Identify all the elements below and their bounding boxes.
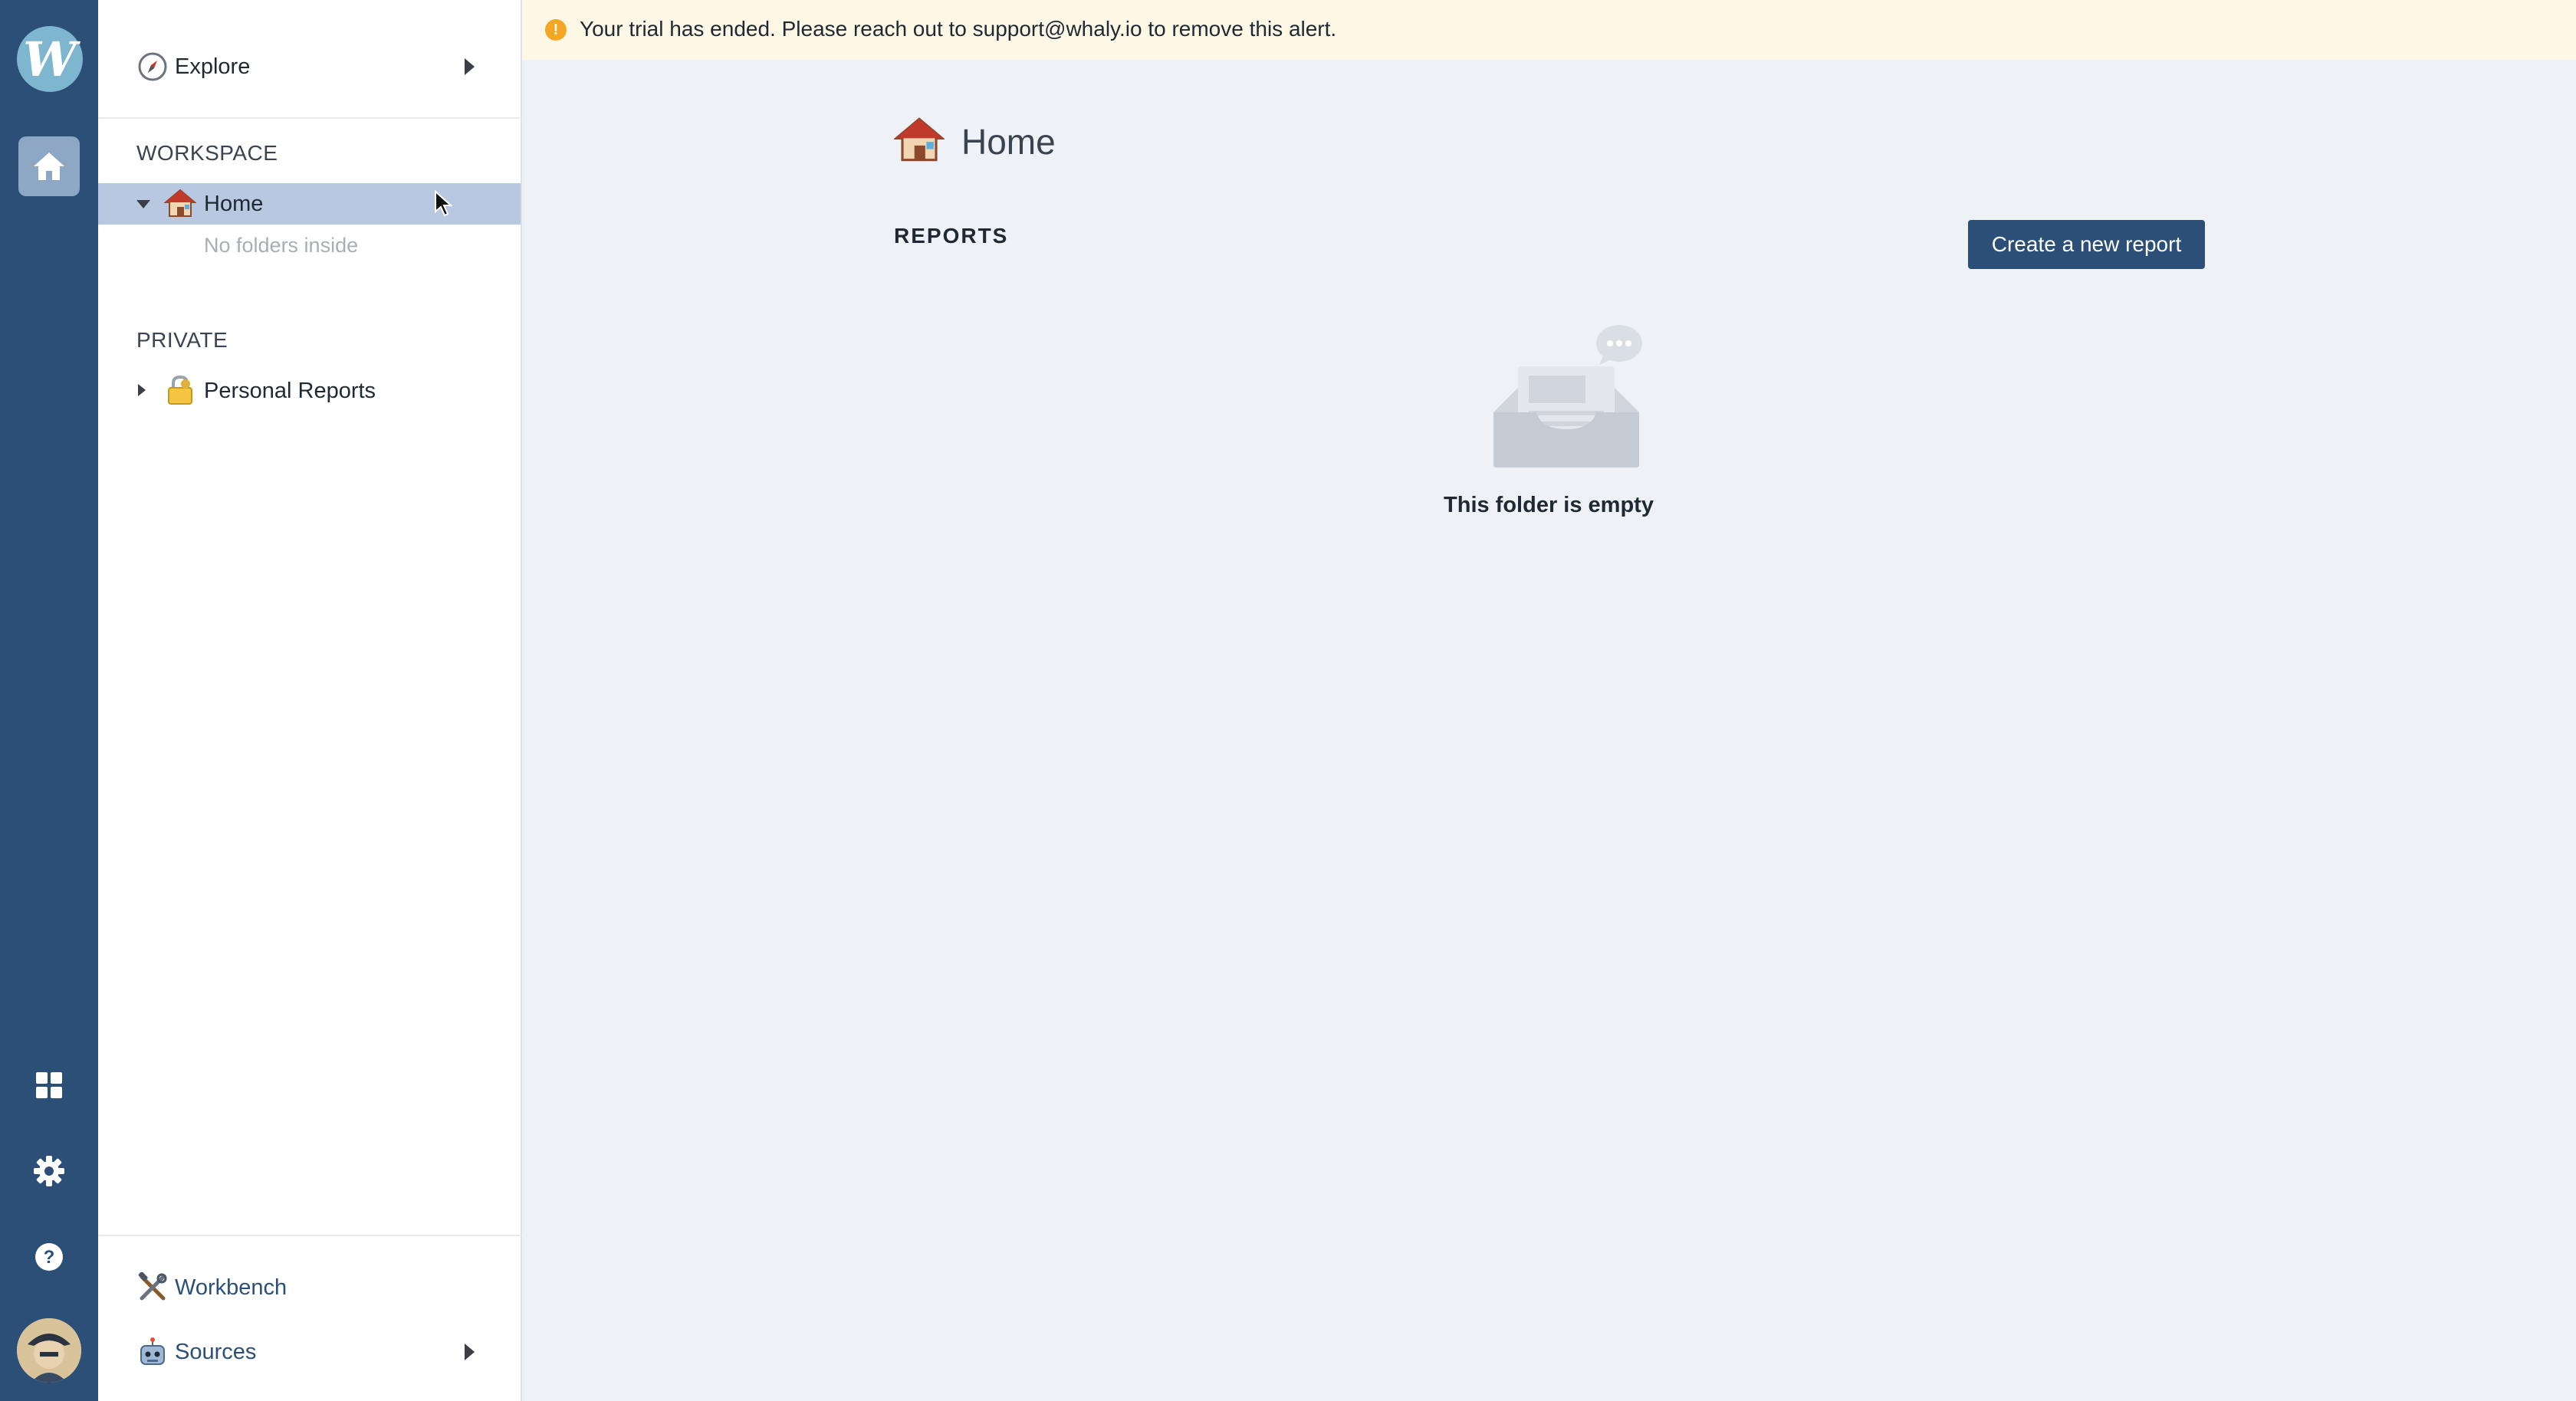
sources-label: Sources	[175, 1339, 257, 1364]
compass-icon	[135, 49, 170, 84]
rail-dashboards-button[interactable]	[26, 1062, 72, 1108]
sidebar-bottom-divider	[98, 1235, 522, 1236]
create-report-button[interactable]: Create a new report	[1968, 220, 2205, 269]
rail-help-button[interactable]: ?	[26, 1234, 72, 1280]
personal-reports-label: Personal Reports	[204, 379, 376, 403]
help-icon: ?	[35, 1243, 63, 1271]
mouse-cursor-icon	[435, 190, 452, 217]
svg-text:?: ?	[44, 1247, 55, 1268]
app-rail: W ?	[0, 0, 98, 1401]
page-title: Home	[892, 115, 1056, 168]
reports-section-heading: REPORTS	[894, 224, 1009, 248]
rail-settings-button[interactable]	[26, 1148, 72, 1194]
private-section-title: PRIVATE	[136, 328, 228, 352]
banner-message: Your trial has ended. Please reach out t…	[580, 17, 1337, 41]
sidebar-item-personal-reports[interactable]: Personal Reports	[98, 371, 522, 409]
sources-menu-item[interactable]: Sources	[98, 1333, 522, 1371]
sources-chevron-icon	[465, 1344, 475, 1360]
user-avatar[interactable]	[17, 1318, 81, 1383]
no-folders-text: No folders inside	[204, 234, 359, 257]
workspace-section-title: WORKSPACE	[136, 141, 278, 165]
tools-icon	[135, 1270, 170, 1305]
workbench-label: Workbench	[175, 1275, 288, 1300]
rail-home-button[interactable]	[18, 136, 80, 196]
home-icon	[34, 153, 64, 180]
robot-icon	[135, 1334, 170, 1370]
workbench-menu-item[interactable]: Workbench	[98, 1268, 522, 1307]
sidebar-item-home[interactable]: Home	[98, 183, 521, 225]
settings-gear-icon	[34, 1156, 64, 1186]
home-label: Home	[204, 192, 264, 216]
house-icon	[163, 188, 197, 222]
dashboard-grid-icon	[36, 1072, 62, 1098]
lock-icon	[164, 375, 196, 409]
sidebar-divider	[98, 117, 522, 119]
navigation-sidebar: Explore WORKSPACE Home No folders inside…	[98, 0, 522, 1401]
house-icon	[892, 115, 946, 168]
avatar-image	[17, 1318, 81, 1383]
explore-chevron-icon	[465, 58, 475, 75]
trial-ended-banner: ! Your trial has ended. Please reach out…	[522, 0, 2576, 60]
explore-label: Explore	[175, 54, 251, 79]
personal-reports-expand-icon[interactable]	[138, 384, 146, 396]
explore-menu-item[interactable]: Explore	[98, 48, 522, 86]
empty-inbox-icon	[1487, 320, 1645, 474]
home-collapse-icon[interactable]	[136, 200, 150, 208]
logo-letter: W	[23, 31, 77, 87]
whaly-logo[interactable]: W	[17, 26, 83, 92]
warning-icon: !	[545, 19, 567, 41]
page-title-text: Home	[961, 121, 1056, 162]
empty-folder-text: This folder is empty	[1444, 493, 1654, 517]
